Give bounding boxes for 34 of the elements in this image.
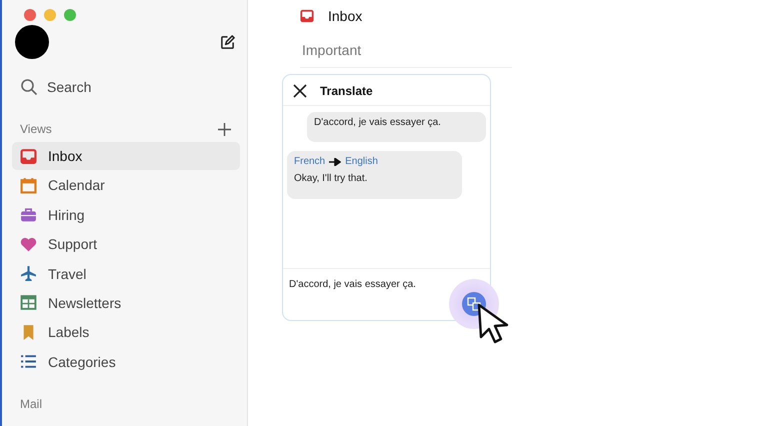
language-label: French	[294, 156, 326, 167]
page-title: Inbox	[328, 8, 362, 24]
compose-icon[interactable]	[220, 34, 235, 50]
sidebar-item[interactable]: Calendar	[12, 171, 240, 200]
panel-title: Translate	[320, 84, 373, 98]
translation-text: Okay, I'll try that.	[294, 173, 368, 184]
inbox-icon	[300, 9, 314, 23]
sidebar-item[interactable]: Newsletters	[12, 288, 240, 317]
search-item[interactable]: Search	[20, 78, 240, 96]
message-text: D'accord, je vais essayer ça.	[314, 117, 441, 128]
arrow-icon	[329, 158, 342, 166]
important-tab[interactable]: Important	[302, 42, 362, 58]
search-icon	[20, 78, 38, 96]
heart-icon	[20, 236, 37, 253]
sidebar-item[interactable]: Support	[12, 230, 240, 258]
newspaper-icon	[20, 294, 37, 312]
input-field[interactable]: D'accord, je vais essayer ça.	[289, 279, 416, 290]
sidebar-item[interactable]: Hiring	[12, 200, 240, 229]
close-icon[interactable]	[293, 84, 307, 98]
language-label: English	[345, 156, 378, 167]
sidebar-item[interactable]: Categories	[12, 348, 240, 376]
avatar[interactable]	[15, 25, 49, 59]
inbox-icon	[20, 148, 37, 164]
section-heading: Views	[20, 122, 52, 136]
close-window-button[interactable]	[24, 9, 36, 21]
section-heading: Mail	[20, 396, 44, 411]
calendar-icon	[20, 176, 37, 194]
sidebar-item[interactable]: Travel	[12, 260, 240, 288]
briefcase-icon	[20, 206, 37, 224]
plane-icon	[20, 265, 37, 282]
sidebar-item[interactable]: Inbox	[12, 142, 240, 170]
sidebar-item[interactable]: Labels	[12, 318, 240, 346]
list-icon	[20, 353, 37, 370]
add-icon[interactable]	[218, 122, 231, 136]
